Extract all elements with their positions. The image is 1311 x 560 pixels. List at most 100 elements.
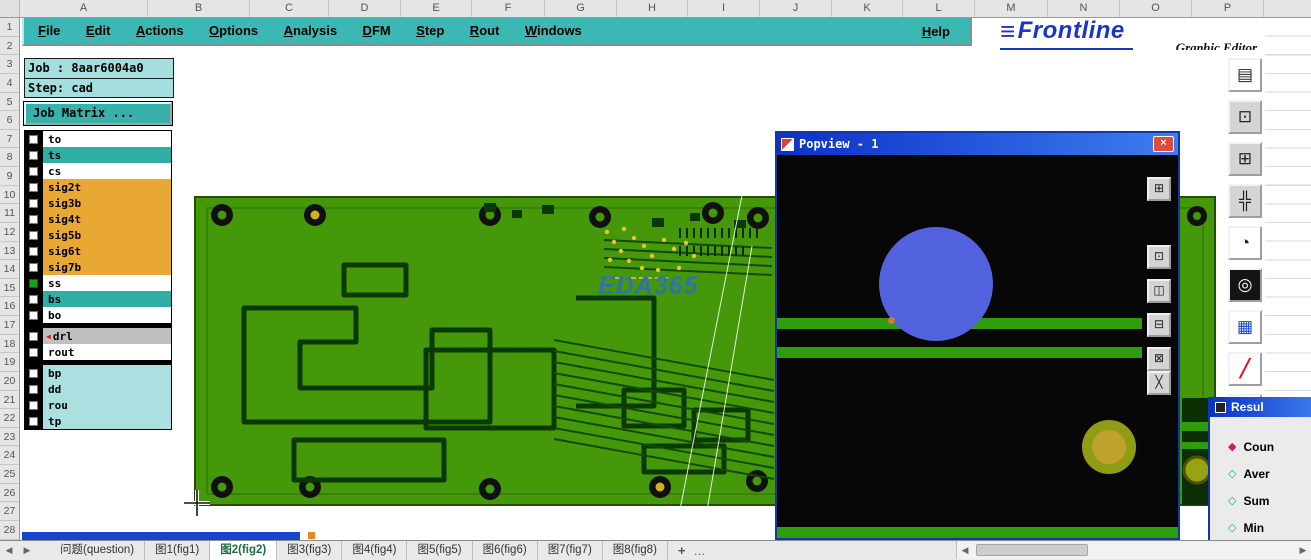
layer-row[interactable]: sig5b (25, 227, 171, 243)
column-header[interactable]: K (832, 0, 903, 17)
column-header[interactable]: D (329, 0, 401, 17)
select-all-corner[interactable] (0, 0, 20, 17)
layer-checkbox[interactable] (29, 384, 38, 394)
layer-checkbox[interactable] (29, 347, 38, 357)
layer-checkbox[interactable] (29, 246, 38, 256)
row-header[interactable]: 3 (0, 55, 19, 74)
column-header[interactable]: J (760, 0, 832, 17)
layer-name-cell[interactable]: ts (42, 147, 171, 163)
tabs-next-icon[interactable]: ▶ (18, 545, 36, 556)
row-header[interactable]: 5 (0, 93, 19, 112)
job-matrix-button[interactable]: Job Matrix ... (23, 101, 173, 126)
menu-item[interactable]: Actions (136, 23, 184, 38)
row-header[interactable]: 19 (0, 353, 19, 372)
row-header[interactable]: 13 (0, 242, 19, 261)
result-item[interactable]: ◆ Coun (1210, 433, 1311, 460)
column-header[interactable]: B (148, 0, 250, 17)
row-header[interactable]: 2 (0, 37, 19, 56)
row-header[interactable]: 12 (0, 223, 19, 242)
layer-name-cell[interactable]: to (42, 131, 171, 147)
popview-close-button[interactable]: × (1153, 136, 1174, 152)
row-header[interactable]: 16 (0, 297, 19, 316)
row-header[interactable]: 6 (0, 111, 19, 130)
layer-name-cell[interactable]: dd (42, 381, 171, 397)
layer-row[interactable]: bp (25, 365, 171, 381)
popview-export-icon[interactable]: ⊡ (1147, 245, 1171, 269)
layer-checkbox[interactable] (29, 368, 38, 378)
row-header[interactable]: 28 (0, 521, 19, 540)
layer-row[interactable]: sig2t (25, 179, 171, 195)
layer-row[interactable]: ◀ drl (25, 328, 171, 344)
row-header[interactable]: 25 (0, 465, 19, 484)
row-header[interactable]: 1 (0, 18, 19, 37)
row-header[interactable]: 27 (0, 502, 19, 521)
layer-checkbox[interactable] (29, 134, 38, 144)
popview-maximize-icon[interactable]: ⊠ (1147, 347, 1171, 371)
horizontal-scrollbar[interactable]: ◀ ▶ (956, 541, 1311, 559)
layer-checkbox[interactable] (29, 294, 38, 304)
row-header[interactable]: 26 (0, 484, 19, 503)
layer-checkbox[interactable] (29, 166, 38, 176)
row-header[interactable]: 15 (0, 279, 19, 298)
sheet-tab[interactable]: 图4(fig4) (342, 541, 408, 560)
layer-row[interactable]: ss (25, 275, 171, 291)
column-header[interactable]: I (688, 0, 760, 17)
layer-name-cell[interactable]: ◀ drl (42, 328, 171, 344)
menu-item[interactable]: Analysis (284, 23, 337, 38)
row-header[interactable]: 10 (0, 186, 19, 205)
layer-checkbox[interactable] (29, 198, 38, 208)
layer-row[interactable]: sig3b (25, 195, 171, 211)
row-header[interactable]: 18 (0, 335, 19, 354)
row-header[interactable]: 14 (0, 260, 19, 279)
layer-row[interactable]: ts (25, 147, 171, 163)
sheet-tab[interactable]: 图3(fig3) (277, 541, 343, 560)
column-header[interactable]: N (1048, 0, 1120, 17)
tool-tile-window-button[interactable]: ⊞ (1228, 142, 1262, 176)
layer-name-cell[interactable]: sig2t (42, 179, 171, 195)
layer-row[interactable]: dd (25, 381, 171, 397)
layer-name-cell[interactable]: bp (42, 365, 171, 381)
sheet-tab[interactable]: 图6(fig6) (473, 541, 538, 560)
layer-row[interactable]: rout (25, 344, 171, 360)
row-header[interactable]: 20 (0, 372, 19, 391)
add-sheet-button[interactable]: + (678, 543, 686, 558)
column-header[interactable]: P (1192, 0, 1264, 17)
popview-capture-icon[interactable]: ⊞ (1147, 177, 1171, 201)
layer-checkbox[interactable] (29, 400, 38, 410)
scroll-right-icon[interactable]: ▶ (1295, 545, 1311, 556)
layer-checkbox[interactable] (29, 214, 38, 224)
result-item[interactable]: ◇ Min (1210, 514, 1311, 541)
layer-name-cell[interactable]: cs (42, 163, 171, 179)
menu-item[interactable]: Rout (470, 23, 500, 38)
column-header[interactable]: L (903, 0, 975, 17)
layer-name-cell[interactable]: sig7b (42, 259, 171, 275)
popview-title-bar[interactable]: Popview - 1 × (777, 133, 1178, 155)
popview-cascade-icon[interactable]: ◫ (1147, 279, 1171, 303)
scroll-left-icon[interactable]: ◀ (957, 545, 973, 556)
sheet-tab[interactable]: 问题(question) (50, 541, 146, 560)
layer-name-cell[interactable]: sig5b (42, 227, 171, 243)
layer-checkbox[interactable] (29, 310, 38, 320)
layer-row[interactable]: tp (25, 413, 171, 429)
row-header[interactable]: 4 (0, 74, 19, 93)
result-item[interactable]: ◇ Aver (1210, 460, 1311, 487)
column-header[interactable]: M (975, 0, 1048, 17)
tool-measure-line-button[interactable]: ╱ (1228, 352, 1262, 386)
row-header[interactable]: 8 (0, 148, 19, 167)
sheet-tab[interactable]: 图2(fig2) (210, 541, 278, 560)
scrollbar-thumb[interactable] (976, 544, 1088, 556)
layer-checkbox[interactable] (29, 262, 38, 272)
row-header[interactable]: 17 (0, 316, 19, 335)
sheet-tab[interactable]: 图7(fig7) (538, 541, 603, 560)
layer-name-cell[interactable]: rout (42, 344, 171, 360)
row-header[interactable]: 11 (0, 204, 19, 223)
result-item[interactable]: ◇ Sum (1210, 487, 1311, 514)
layer-name-cell[interactable]: bs (42, 291, 171, 307)
layer-name-cell[interactable]: tp (42, 413, 171, 429)
layer-checkbox[interactable] (29, 278, 38, 288)
layer-name-cell[interactable]: sig3b (42, 195, 171, 211)
column-header[interactable]: E (401, 0, 472, 17)
row-header[interactable]: 23 (0, 428, 19, 447)
tool-palette-button[interactable]: ▦ (1228, 310, 1262, 344)
layer-row[interactable]: bo (25, 307, 171, 323)
